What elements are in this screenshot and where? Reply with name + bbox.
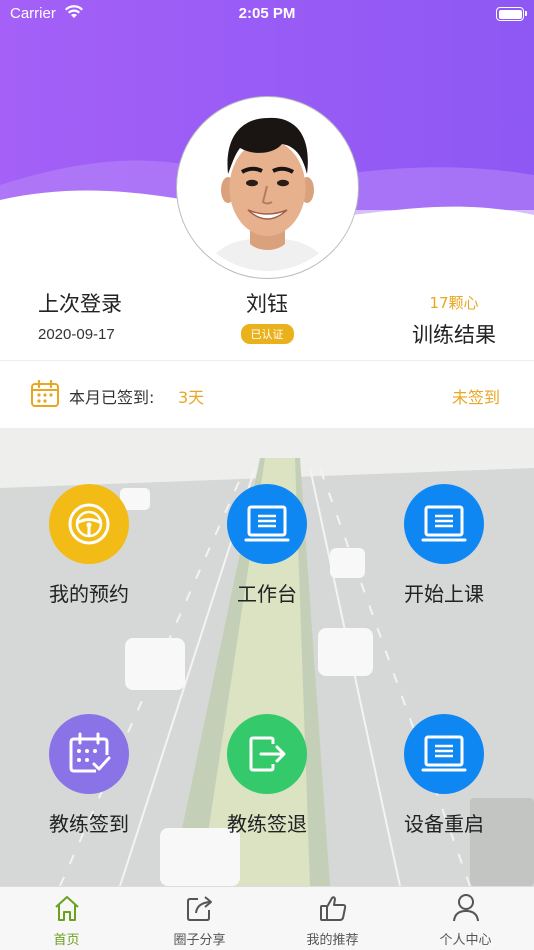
battery-icon: [496, 7, 527, 21]
signin-label: 本月已签到:: [69, 388, 155, 407]
tile-coach-signout[interactable]: 教练签退: [187, 714, 347, 837]
monitor-icon: [421, 735, 467, 772]
home-icon: [54, 896, 79, 921]
tile-icon-bg: [227, 484, 307, 564]
status-bar: Carrier 2:05 PM: [0, 0, 534, 30]
signin-status[interactable]: 未签到: [452, 384, 500, 408]
clock: 2:05 PM: [238, 5, 296, 22]
calendar-icon: [30, 379, 60, 412]
tile-start-class[interactable]: 开始上课: [364, 484, 524, 607]
user-block: 刘钰 已认证: [217, 288, 317, 344]
tile-my-appointment[interactable]: 我的预约: [9, 484, 169, 607]
user-name: 刘钰: [246, 292, 288, 316]
tile-icon-bg: [404, 484, 484, 564]
sign-out-icon: [249, 736, 286, 772]
tab-my-recommend[interactable]: 我的推荐: [266, 887, 399, 950]
tile-label: 开始上课: [404, 582, 484, 606]
training-value: 17颗心: [429, 294, 479, 312]
tab-label: 我的推荐: [306, 933, 359, 948]
avatar[interactable]: [176, 96, 359, 279]
tile-label: 教练签到: [49, 812, 129, 836]
calendar-check-icon: [69, 732, 111, 773]
person-icon: [452, 894, 479, 922]
profile-header: Carrier 2:05 PM 上次登录 2020-09-17 刘钰 已认证 1…: [0, 0, 534, 360]
avatar-photo: [184, 104, 351, 271]
tile-icon-bg: [227, 714, 307, 794]
share-icon: [186, 896, 212, 921]
tab-label: 首页: [53, 933, 80, 948]
tab-label: 个人中心: [439, 933, 492, 948]
tab-circle-share[interactable]: 圈子分享: [133, 887, 266, 950]
tile-coach-signin[interactable]: 教练签到: [9, 714, 169, 837]
steering-wheel-icon: [68, 503, 110, 545]
last-login-date: 2020-09-17: [38, 326, 115, 343]
thumbs-up-icon: [319, 896, 346, 921]
training-result-block[interactable]: 17颗心 训练结果: [412, 292, 496, 349]
monthly-signin-bar: 本月已签到: 3天 未签到: [0, 360, 534, 428]
tab-label: 圈子分享: [173, 933, 226, 948]
tile-icon-bg: [49, 714, 129, 794]
tile-label: 我的预约: [49, 582, 129, 606]
function-grid: 我的预约 工作台 开始上课 教练签到 教练签退 设备重启: [0, 428, 534, 886]
tile-label: 工作台: [237, 582, 297, 606]
tile-icon-bg: [404, 714, 484, 794]
tile-label: 教练签退: [227, 812, 307, 836]
tab-bar: 首页 圈子分享 我的推荐 个人中心: [0, 886, 534, 950]
monitor-icon: [244, 505, 290, 542]
tile-workbench[interactable]: 工作台: [187, 484, 347, 607]
training-label: 训练结果: [412, 323, 496, 347]
monitor-icon: [421, 505, 467, 542]
last-login-label: 上次登录: [38, 292, 122, 316]
tab-personal-center[interactable]: 个人中心: [399, 887, 532, 950]
last-login-block: 上次登录 2020-09-17: [38, 288, 122, 343]
tab-home[interactable]: 首页: [0, 887, 133, 950]
tile-device-restart[interactable]: 设备重启: [364, 714, 524, 837]
tile-icon-bg: [49, 484, 129, 564]
signin-days: 3天: [178, 388, 205, 407]
tile-label: 设备重启: [404, 812, 484, 836]
verified-badge: 已认证: [240, 324, 294, 344]
